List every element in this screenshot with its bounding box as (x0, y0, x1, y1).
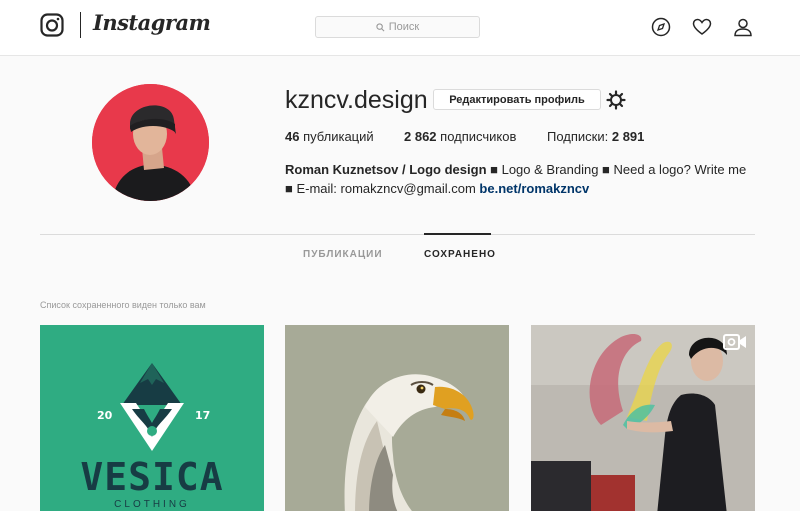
heart-icon[interactable] (692, 17, 712, 37)
eagle-illustration-image (285, 325, 509, 511)
followers-stat[interactable]: 2 862 подписчиков (404, 129, 516, 144)
saved-post-tile[interactable] (531, 325, 755, 511)
vesica-title: VESICA (80, 455, 224, 499)
bio-website-link[interactable]: be.net/romakzncv (479, 181, 589, 196)
profile-icon[interactable] (733, 17, 753, 37)
following-label: Подписки: (547, 129, 612, 144)
search-input[interactable]: Поиск (315, 16, 480, 38)
instagram-wordmark[interactable]: Instagram (93, 10, 211, 35)
vesica-year-left: 20 (97, 409, 113, 422)
vesica-year-right: 17 (195, 409, 211, 422)
edit-profile-button[interactable]: Редактировать профиль (433, 89, 601, 110)
followers-label: подписчиков (436, 129, 517, 144)
tabs-divider (40, 234, 755, 235)
vesica-subtitle: CLOTHING (114, 499, 190, 510)
following-stat[interactable]: Подписки: 2 891 (547, 129, 644, 144)
tab-publications[interactable]: ПУБЛИКАЦИИ (303, 249, 383, 260)
profile-username: kzncv.design (285, 86, 428, 114)
profile-bio: Roman Kuznetsov / Logo design ■ Logo & B… (285, 160, 755, 198)
avatar-image (92, 84, 209, 201)
posts-label: публикаций (299, 129, 374, 144)
logo-divider (80, 12, 81, 38)
tab-saved[interactable]: СОХРАНЕНО (424, 249, 496, 260)
followers-count: 2 862 (404, 129, 437, 144)
posts-stat: 46 публикаций (285, 129, 374, 144)
instagram-camera-icon[interactable] (40, 13, 64, 37)
search-placeholder: Поиск (388, 21, 420, 33)
saved-post-tile[interactable]: 20 17 VESICA CLOTHING (40, 325, 264, 511)
explore-icon[interactable] (651, 17, 671, 37)
profile-avatar[interactable] (92, 84, 209, 201)
video-icon (723, 334, 746, 350)
top-nav-bar: Instagram Поиск (0, 0, 800, 56)
video-thumbnail-image (531, 325, 755, 511)
settings-gear-icon[interactable] (606, 90, 626, 110)
search-icon (376, 22, 385, 31)
saved-post-tile[interactable] (285, 325, 509, 511)
active-tab-indicator (424, 233, 491, 235)
following-count: 2 891 (611, 129, 645, 144)
bio-name: Roman Kuznetsov / Logo design (285, 162, 487, 177)
saved-privacy-note: Список сохраненного виден только вам (40, 300, 206, 310)
posts-count: 46 (285, 129, 300, 144)
